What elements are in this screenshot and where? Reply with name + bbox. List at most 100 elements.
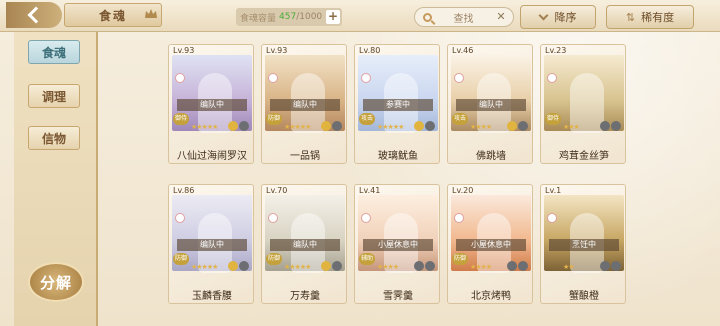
food-soul-card[interactable]: Lv.1 烹饪中 ★★ 蟹酿橙 (540, 184, 626, 304)
capacity-display: 食魂容量 457 /1000 + (236, 8, 342, 26)
back-arrow-icon (27, 6, 45, 24)
clear-icon[interactable]: ✕ (495, 11, 507, 23)
card-status: 编队中 (270, 239, 340, 251)
skill-icons (414, 121, 435, 131)
card-level: Lv.46 (452, 46, 474, 55)
card-level: Lv.93 (173, 46, 195, 55)
star-rating: ★★★★★ (284, 263, 311, 271)
heart-icon (361, 213, 371, 223)
card-level: Lv.86 (173, 186, 195, 195)
type-badge: 辅助 (359, 253, 375, 265)
skill-icons (414, 261, 435, 271)
type-badge: 攻击 (359, 113, 375, 125)
heart-icon (547, 213, 557, 223)
heart-icon (268, 213, 278, 223)
star-rating: ★★★★★ (191, 263, 218, 271)
star-rating: ★★★★★ (191, 123, 218, 131)
heart-icon (454, 213, 464, 223)
skill-icons (228, 261, 249, 271)
skill-icons (600, 121, 621, 131)
food-soul-card[interactable]: Lv.41 小屋休息中 辅助 ★★★★ 雪霁羹 (354, 184, 440, 304)
heart-icon (361, 73, 371, 83)
food-soul-card[interactable]: Lv.20 小屋休息中 防御 ★★★★ 北京烤鸭 (447, 184, 533, 304)
heart-icon (175, 73, 185, 83)
search-icon (423, 12, 432, 22)
heart-icon (547, 73, 557, 83)
star-rating: ★★ (563, 263, 575, 271)
sort-arrows-icon: ⇅ (625, 10, 636, 24)
card-level: Lv.93 (266, 46, 288, 55)
card-level: Lv.41 (359, 186, 381, 195)
card-status: 编队中 (177, 99, 247, 111)
card-name: 蟹酿橙 (569, 291, 599, 302)
card-level: Lv.1 (545, 186, 562, 195)
card-grid: Lv.93 编队中 御侍 ★★★★★ 八仙过海闹罗汉 Lv.93 编队中 防御 … (168, 44, 708, 326)
heart-icon (175, 213, 185, 223)
sidebar-tab-token[interactable]: 信物 (28, 126, 80, 150)
card-name: 一品锅 (290, 151, 320, 162)
card-name: 万寿羹 (290, 291, 320, 302)
top-bar: 食魂 食魂容量 457 /1000 + 查找 ✕ 降序 ⇅ 稀有度 (0, 0, 720, 32)
search-input[interactable]: 查找 ✕ (414, 7, 514, 27)
back-button[interactable] (6, 2, 62, 28)
type-badge: 防御 (266, 253, 282, 265)
card-status: 小屋休息中 (456, 239, 526, 251)
star-rating: ★★★★★ (377, 123, 404, 131)
capacity-current: 457 (279, 12, 297, 22)
card-status: 小屋休息中 (363, 239, 433, 251)
food-soul-card[interactable]: Lv.93 编队中 防御 ★★★★★ 一品锅 (261, 44, 347, 164)
type-badge: 防御 (266, 113, 282, 125)
card-name: 玻璃鱿鱼 (378, 151, 418, 162)
card-level: Lv.23 (545, 46, 567, 55)
card-status: 编队中 (177, 239, 247, 251)
star-rating: ★★★★ (470, 123, 492, 131)
sort-rarity-label: 稀有度 (641, 11, 675, 24)
star-rating: ★★★★★ (284, 123, 311, 131)
star-rating: ★★★ (563, 123, 580, 131)
card-level: Lv.80 (359, 46, 381, 55)
star-rating: ★★★★ (377, 263, 399, 271)
portrait-image (544, 195, 624, 273)
card-status: 编队中 (456, 99, 526, 111)
sidebar-tab-food-soul[interactable]: 食魂 (28, 40, 80, 64)
chevron-down-icon (538, 10, 548, 21)
capacity-plus-button[interactable]: + (326, 10, 340, 24)
search-label: 查找 (453, 13, 474, 25)
food-soul-card[interactable]: Lv.86 编队中 防御 ★★★★★ 玉麟香腰 (168, 184, 254, 304)
card-name: 八仙过海闹罗汉 (177, 151, 247, 162)
card-name: 雪霁羹 (383, 291, 413, 302)
sort-order-button[interactable]: 降序 (520, 5, 596, 29)
food-soul-card[interactable]: Lv.46 编队中 攻击 ★★★★ 佛跳墙 (447, 44, 533, 164)
capacity-max: /1000 (296, 12, 323, 22)
heart-icon (268, 73, 278, 83)
skill-icons (228, 121, 249, 131)
skill-icons (321, 121, 342, 131)
card-status: 烹饪中 (549, 239, 619, 251)
food-soul-card[interactable]: Lv.93 编队中 御侍 ★★★★★ 八仙过海闹罗汉 (168, 44, 254, 164)
sort-rarity-button[interactable]: ⇅ 稀有度 (606, 5, 694, 29)
card-level: Lv.70 (266, 186, 288, 195)
card-name: 玉麟香腰 (192, 291, 232, 302)
skill-icons (600, 261, 621, 271)
crown-icon (145, 9, 157, 18)
type-badge: 御侍 (173, 113, 189, 125)
card-name: 鸡茸金丝笋 (559, 151, 609, 162)
type-badge: 御侍 (545, 113, 561, 125)
food-soul-card[interactable]: Lv.80 参赛中 攻击 ★★★★★ 玻璃鱿鱼 (354, 44, 440, 164)
type-badge: 防御 (452, 253, 468, 265)
card-name: 佛跳墙 (476, 151, 506, 162)
star-rating: ★★★★ (470, 263, 492, 271)
food-soul-card[interactable]: Lv.23 御侍 ★★★ 鸡茸金丝笋 (540, 44, 626, 164)
sidebar-tab-cooking[interactable]: 调理 (28, 84, 80, 108)
capacity-label: 食魂容量 (240, 13, 277, 24)
card-status: 参赛中 (363, 99, 433, 111)
skill-icons (321, 261, 342, 271)
skill-icons (507, 121, 528, 131)
food-soul-card[interactable]: Lv.70 编队中 防御 ★★★★★ 万寿羹 (261, 184, 347, 304)
heart-icon (454, 73, 464, 83)
skill-icons (507, 261, 528, 271)
sort-order-label: 降序 (554, 11, 577, 24)
type-badge: 攻击 (452, 113, 468, 125)
decompose-button[interactable]: 分解 (28, 262, 84, 302)
type-badge: 防御 (173, 253, 189, 265)
